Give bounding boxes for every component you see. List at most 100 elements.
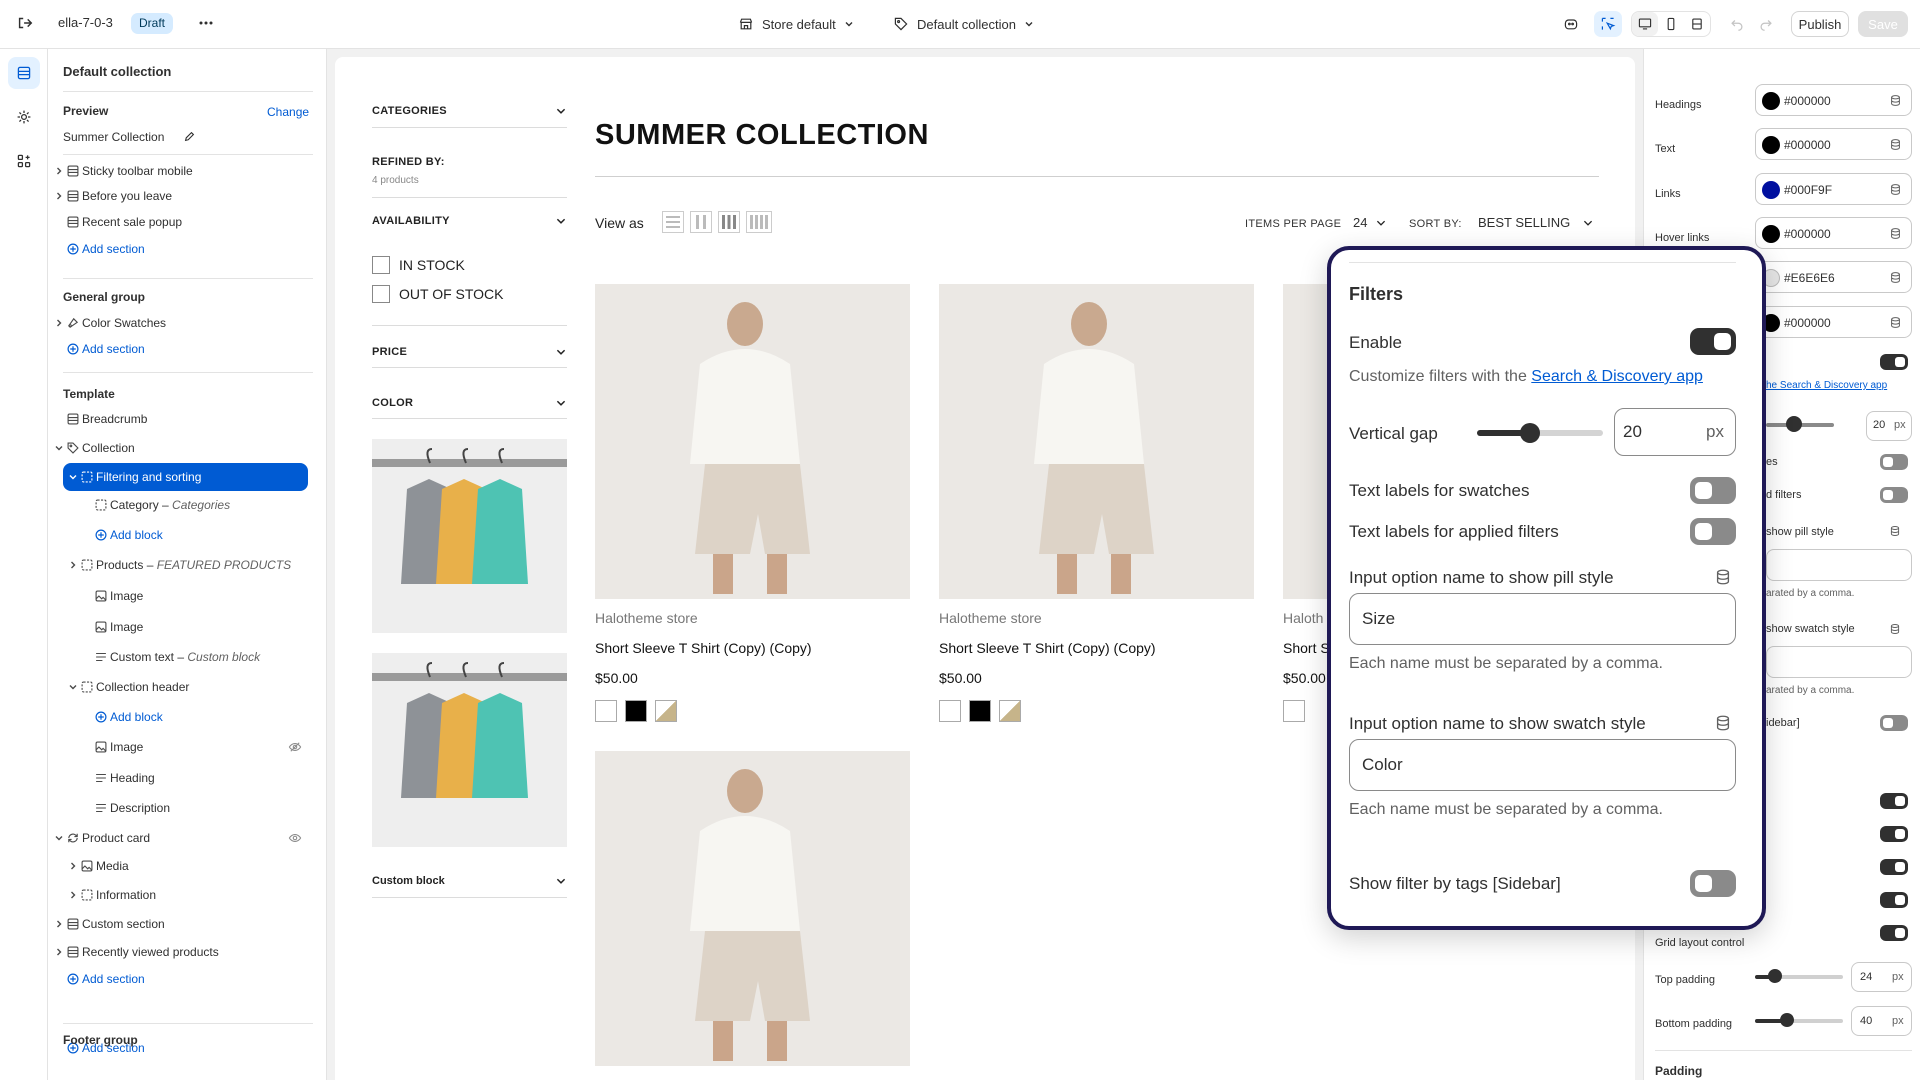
- out-of-stock-checkbox[interactable]: [372, 285, 390, 303]
- custom-block-title[interactable]: Custom block: [372, 875, 445, 887]
- add-item-link[interactable]: Add block: [48, 703, 326, 731]
- add-item-link[interactable]: Add section: [48, 235, 326, 263]
- database-icon[interactable]: [1714, 714, 1732, 732]
- tags-toggle-bg[interactable]: [1880, 715, 1908, 731]
- enable-toggle-bg[interactable]: [1880, 354, 1908, 370]
- swatch-style-input-bg[interactable]: [1766, 646, 1912, 678]
- sidebar-row[interactable]: Information: [48, 881, 326, 909]
- color-picker-field[interactable]: #000F9F: [1755, 173, 1912, 205]
- sidebar-row[interactable]: Collection header: [48, 673, 326, 701]
- chevron-right-icon[interactable]: [54, 318, 64, 328]
- slider-thumb[interactable]: [1520, 423, 1540, 443]
- chevron-right-icon[interactable]: [68, 861, 78, 871]
- bottom-padding-slider[interactable]: [1755, 1019, 1843, 1023]
- pill-style-input[interactable]: Size: [1349, 593, 1736, 645]
- desktop-icon[interactable]: [1632, 12, 1658, 36]
- database-icon[interactable]: [1889, 227, 1902, 240]
- template-selector[interactable]: Default collection: [893, 12, 1034, 36]
- chevron-down-icon[interactable]: [555, 875, 567, 887]
- sidebar-row[interactable]: Description: [48, 794, 326, 822]
- save-button[interactable]: Save: [1858, 11, 1908, 37]
- publish-button[interactable]: Publish: [1791, 11, 1849, 37]
- sidebar-row[interactable]: Sticky toolbar mobile: [48, 157, 326, 185]
- slider-thumb[interactable]: [1780, 1013, 1794, 1027]
- setting-toggle[interactable]: [1880, 826, 1908, 842]
- sidebar-row[interactable]: Category – Categories: [48, 491, 326, 519]
- filter-availability-title[interactable]: AVAILABILITY: [372, 215, 450, 227]
- sidebar-row[interactable]: Collection: [48, 434, 326, 462]
- sidebar-row[interactable]: Color Swatches: [48, 309, 326, 337]
- in-stock-checkbox[interactable]: [372, 256, 390, 274]
- sort-by-select[interactable]: BEST SELLING: [1478, 215, 1594, 230]
- list-view-icon[interactable]: [662, 211, 684, 233]
- chevron-down-icon[interactable]: [555, 215, 567, 227]
- chevron-right-icon[interactable]: [54, 166, 64, 176]
- color-picker-field[interactable]: #000000: [1755, 217, 1912, 249]
- database-icon[interactable]: [1714, 568, 1732, 586]
- sidebar-row[interactable]: Image: [48, 613, 326, 641]
- chevron-right-icon[interactable]: [68, 682, 78, 692]
- color-picker-field[interactable]: #000000: [1755, 306, 1912, 338]
- search-discovery-app-link[interactable]: Search & Discovery app: [1531, 368, 1703, 385]
- promo-image[interactable]: [372, 653, 567, 847]
- chevron-right-icon[interactable]: [54, 947, 64, 957]
- enable-toggle[interactable]: [1690, 328, 1736, 355]
- swatch-black[interactable]: [625, 700, 647, 722]
- color-picker-field[interactable]: #000000: [1755, 84, 1912, 116]
- promo-image[interactable]: [372, 439, 567, 633]
- add-item-link[interactable]: Add block: [48, 521, 326, 549]
- sidebar-row[interactable]: Media: [48, 852, 326, 880]
- color-picker-field[interactable]: #000000: [1755, 128, 1912, 160]
- add-item-link[interactable]: Add section: [48, 965, 326, 993]
- chevron-right-icon[interactable]: [68, 890, 78, 900]
- apps-icon[interactable]: [8, 145, 40, 177]
- chevron-right-icon[interactable]: [54, 833, 64, 843]
- sections-icon[interactable]: [8, 57, 40, 89]
- chevron-right-icon[interactable]: [54, 443, 64, 453]
- sidebar-row[interactable]: Image: [48, 733, 326, 761]
- visibility-icon[interactable]: [288, 740, 302, 754]
- color-swatch[interactable]: [1762, 136, 1780, 154]
- database-icon[interactable]: [1889, 316, 1902, 329]
- vertical-gap-slider[interactable]: [1477, 423, 1603, 443]
- sidebar-row[interactable]: Filtering and sorting: [63, 463, 308, 491]
- sidebar-row[interactable]: Custom text – Custom block: [48, 643, 326, 671]
- database-icon[interactable]: [1889, 271, 1902, 284]
- sidebar-row[interactable]: Products – FEATURED PRODUCTS: [48, 551, 326, 579]
- change-preview-link[interactable]: Change: [267, 105, 309, 119]
- sidebar-row[interactable]: Product card: [48, 824, 326, 852]
- setting-toggle[interactable]: [1880, 793, 1908, 809]
- more-icon[interactable]: [195, 12, 217, 34]
- product-image[interactable]: [939, 284, 1254, 599]
- add-item-link[interactable]: Add section: [48, 335, 326, 363]
- chevron-down-icon[interactable]: [555, 397, 567, 409]
- chevron-right-icon[interactable]: [54, 191, 64, 201]
- sidebar-row[interactable]: Breadcrumb: [48, 405, 326, 433]
- chevron-right-icon[interactable]: [54, 919, 64, 929]
- product-image[interactable]: [595, 284, 910, 599]
- grid-layout-toggle[interactable]: [1880, 925, 1908, 941]
- swatch-white[interactable]: [939, 700, 961, 722]
- pill-style-input-bg[interactable]: [1766, 549, 1912, 581]
- grid-4-icon[interactable]: [746, 211, 772, 233]
- applied-toggle-bg[interactable]: [1880, 487, 1908, 503]
- fullscreen-icon[interactable]: [1684, 12, 1710, 36]
- chevron-right-icon[interactable]: [68, 472, 78, 482]
- grid-3-icon[interactable]: [718, 211, 740, 233]
- text-labels-applied-toggle[interactable]: [1690, 518, 1736, 545]
- color-swatch[interactable]: [1762, 181, 1780, 199]
- redo-icon[interactable]: [1756, 14, 1776, 34]
- slider-thumb[interactable]: [1786, 416, 1802, 432]
- filter-categories-title[interactable]: CATEGORIES: [372, 105, 447, 117]
- filter-price-title[interactable]: PRICE: [372, 346, 407, 358]
- slider-thumb[interactable]: [1768, 969, 1782, 983]
- edit-icon[interactable]: [181, 128, 197, 144]
- items-per-page-select[interactable]: 24: [1353, 215, 1387, 230]
- chevron-down-icon[interactable]: [555, 105, 567, 117]
- product-title[interactable]: Short Sleeve T Shirt (Copy) (Copy): [595, 640, 812, 656]
- mobile-icon[interactable]: [1658, 12, 1684, 36]
- color-swatch[interactable]: [1762, 225, 1780, 243]
- setting-toggle[interactable]: [1880, 892, 1908, 908]
- inspector-icon[interactable]: [1594, 11, 1622, 37]
- sidebar-row[interactable]: Recently viewed products: [48, 938, 326, 966]
